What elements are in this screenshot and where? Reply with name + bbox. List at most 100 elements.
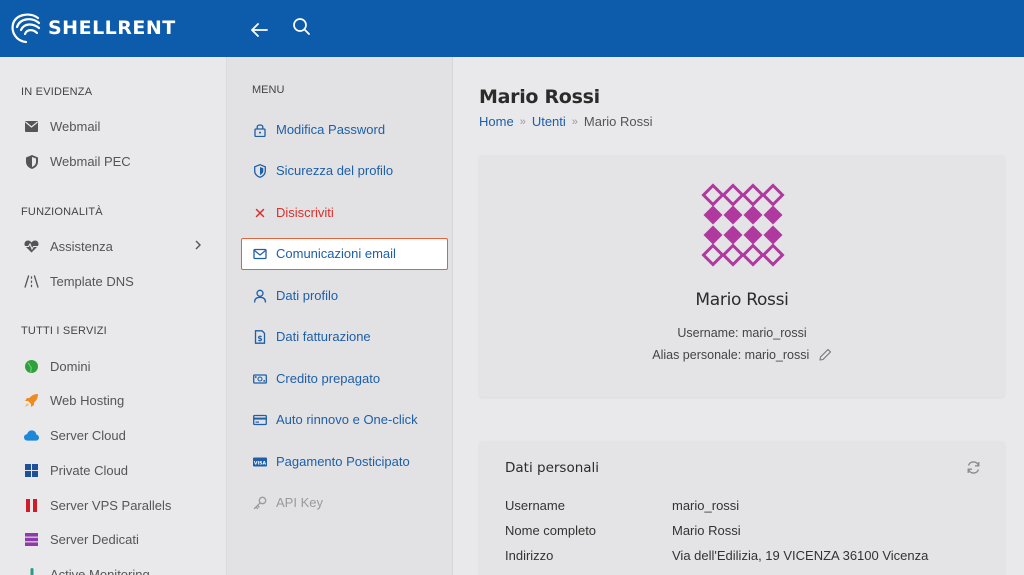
menu-item-dati-profilo[interactable]: Dati profilo [241, 280, 448, 312]
shield-icon [254, 164, 266, 178]
data-row-value: Via dell'Edilizia, 19 VICENZA 36100 Vice… [672, 548, 929, 563]
menu-item-sicurezza-profilo[interactable]: Sicurezza del profilo [241, 155, 448, 187]
data-row-value: mario_rossi [672, 498, 740, 513]
sidebar-item-label: Active Monitoring [50, 566, 150, 575]
menu-item-label: Sicurezza del profilo [276, 163, 394, 178]
shield-icon [24, 154, 39, 169]
username-value: mario_rossi [742, 326, 807, 340]
search-icon[interactable] [292, 17, 312, 37]
menu-item-modifica-password[interactable]: Modifica Password [241, 114, 448, 146]
breadcrumb-separator: » [571, 115, 578, 128]
sidebar-item-active-monitoring[interactable]: Active Monitoring [0, 559, 226, 575]
road-icon [24, 274, 39, 289]
svg-text:$: $ [257, 334, 262, 343]
sidebar: IN EVIDENZA Webmail Webmail PEC FUNZIONA… [0, 57, 227, 575]
menu-item-label: Dati profilo [276, 288, 339, 303]
grid-icon [24, 463, 39, 478]
menu-item-credito-prepagato[interactable]: Credito prepagato [241, 363, 448, 395]
key-icon [253, 496, 267, 510]
visa-icon: VISA [253, 457, 267, 467]
sidebar-section-title: IN EVIDENZA [21, 86, 93, 98]
avatar-diamond [723, 225, 743, 245]
menu-item-label: Pagamento Posticipato [276, 454, 410, 469]
data-row-key: Username [505, 498, 565, 513]
avatar-diamond [703, 205, 723, 225]
breadcrumb-current: Mario Rossi [583, 114, 653, 129]
svg-text:VISA: VISA [254, 460, 267, 466]
sidebar-section-title: FUNZIONALITÀ [21, 206, 103, 218]
back-arrow-icon[interactable] [248, 19, 270, 41]
avatar-diamond [741, 183, 765, 207]
menu-item-comunicazioni-email[interactable]: Comunicazioni email [241, 238, 448, 270]
breadcrumb-separator: » [519, 115, 526, 128]
data-row-value: Mario Rossi [672, 523, 741, 538]
avatar-diamond [701, 183, 725, 207]
avatar [701, 183, 785, 267]
menu-item-label: Credito prepagato [276, 371, 381, 386]
invoice-icon: $ [254, 330, 266, 344]
data-row-key: Nome completo [505, 523, 597, 538]
alias-label: Alias personale: [652, 348, 742, 362]
avatar-diamond [761, 243, 785, 267]
sidebar-item-server-vps-parallels[interactable]: Server VPS Parallels [0, 490, 226, 520]
menu-item-label: API Key [276, 495, 323, 510]
profile-name: Mario Rossi [695, 290, 789, 310]
sidebar-item-label: Assistenza [50, 238, 113, 254]
sidebar-item-webmail[interactable]: Webmail [0, 111, 226, 141]
menu-item-dati-fatturazione[interactable]: $ Dati fatturazione [241, 321, 448, 353]
menu-title: MENU [252, 84, 285, 96]
sidebar-item-label: Web Hosting [50, 392, 125, 408]
menu-item-auto-rinnovo[interactable]: Auto rinnovo e One-click [241, 404, 448, 436]
sidebar-item-assistenza[interactable]: Assistenza [0, 231, 226, 261]
pencil-icon[interactable] [819, 348, 832, 361]
envelope-icon [24, 119, 39, 134]
avatar-diamond [763, 225, 783, 245]
profile-username: Username: mario_rossi [479, 326, 1005, 340]
menu-item-disiscriviti[interactable]: Disiscriviti [241, 197, 448, 229]
money-icon [253, 374, 267, 384]
avatar-diamond [721, 183, 745, 207]
sidebar-item-label: Server Cloud [50, 427, 126, 443]
monitor-icon [24, 567, 39, 575]
sidebar-item-label: Private Cloud [50, 462, 129, 478]
alias-value: mario_rossi [744, 348, 810, 362]
user-icon [253, 289, 267, 303]
menu-item-api-key[interactable]: API Key [241, 487, 448, 519]
sidebar-item-webmail-pec[interactable]: Webmail PEC [0, 146, 226, 176]
cloud-icon [24, 428, 39, 443]
avatar-diamond [743, 225, 763, 245]
brand-name: SHELLRENT [48, 17, 176, 39]
menu-item-pagamento-posticipato[interactable]: VISA Pagamento Posticipato [241, 446, 448, 478]
refresh-icon[interactable] [966, 460, 981, 475]
avatar-diamond [743, 205, 763, 225]
sidebar-item-label: Domini [50, 358, 91, 374]
profile-card: Mario Rossi Username: mario_rossi Alias … [479, 155, 1005, 397]
credit-card-icon [253, 414, 267, 426]
menu-item-label: Dati fatturazione [276, 329, 371, 344]
parallels-icon [24, 498, 39, 513]
sidebar-item-server-dedicati[interactable]: Server Dedicati [0, 524, 226, 554]
username-label: Username: [677, 326, 739, 340]
breadcrumb-home[interactable]: Home [479, 114, 514, 129]
breadcrumb-utenti[interactable]: Utenti [532, 114, 566, 129]
data-row-key: Indirizzo [505, 548, 554, 563]
avatar-diamond [701, 243, 725, 267]
page-title: Mario Rossi [479, 86, 600, 108]
menu-item-label: Auto rinnovo e One-click [276, 412, 418, 427]
sidebar-section-title: TUTTI I SERVIZI [21, 325, 107, 337]
sidebar-item-domini[interactable]: Domini [0, 351, 226, 381]
chevron-right-icon [195, 240, 201, 250]
brand-logo[interactable]: SHELLRENT [8, 10, 176, 46]
main-content: Mario Rossi Home » Utenti » Mario Rossi … [454, 57, 1024, 575]
sidebar-item-server-cloud[interactable]: Server Cloud [0, 420, 226, 450]
heart-pulse-icon [24, 239, 39, 254]
sidebar-item-label: Template DNS [50, 273, 134, 289]
sidebar-item-template-dns[interactable]: Template DNS [0, 266, 226, 296]
menu-item-label: Disiscriviti [276, 205, 334, 220]
sidebar-item-label: Server Dedicati [50, 531, 139, 547]
sidebar-item-private-cloud[interactable]: Private Cloud [0, 455, 226, 485]
lock-icon [254, 124, 266, 137]
envelope-icon [253, 248, 267, 260]
sidebar-item-web-hosting[interactable]: Web Hosting [0, 385, 226, 415]
personal-data-card: Dati personali Username mario_rossi Nome… [479, 441, 1005, 575]
